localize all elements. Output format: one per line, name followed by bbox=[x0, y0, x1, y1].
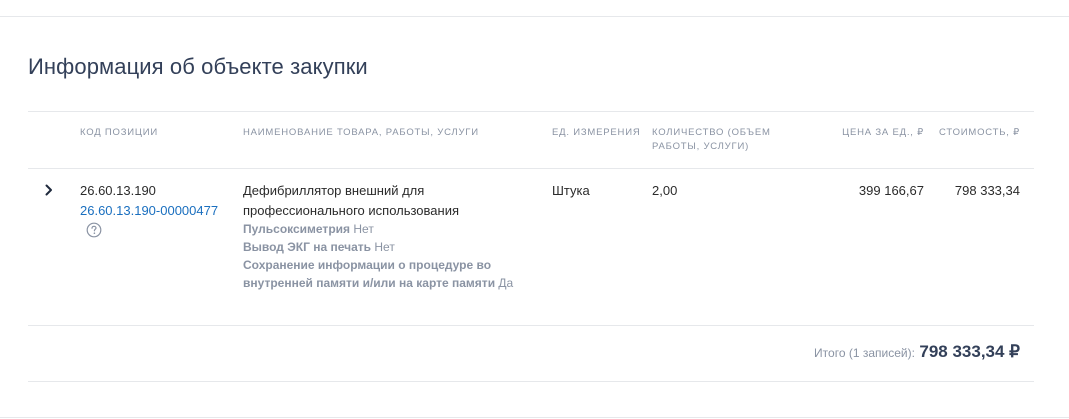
item-name: Дефибриллятор внешний для профессиональн… bbox=[243, 183, 460, 218]
property-pulse-oximetry: Пульсоксиметрия Нет bbox=[243, 220, 533, 238]
header-divider bbox=[28, 168, 1034, 169]
column-header-price: ЦЕНА ЗА ЕД., ₽ bbox=[842, 127, 924, 138]
property-key: Пульсоксиметрия bbox=[243, 222, 351, 236]
item-cost: 798 333,34 bbox=[954, 183, 1020, 198]
property-value: Нет bbox=[353, 222, 374, 236]
chevron-right-icon[interactable] bbox=[42, 183, 56, 197]
column-header-quantity: КОЛИЧЕСТВО (ОБЪЕМ РАБОТЫ, УСЛУГИ) bbox=[652, 127, 771, 152]
top-divider bbox=[0, 16, 1069, 17]
bottom-divider bbox=[0, 417, 1069, 418]
property-key: Вывод ЭКГ на печать bbox=[243, 240, 372, 254]
total-divider bbox=[28, 381, 1034, 382]
property-ecg-print: Вывод ЭКГ на печать Нет bbox=[243, 238, 533, 256]
item-quantity: 2,00 bbox=[652, 183, 678, 198]
property-key: Сохранение информации о процедуре во вну… bbox=[243, 258, 496, 290]
row-divider bbox=[28, 325, 1034, 326]
total-label: Итого (1 записей): bbox=[814, 346, 915, 360]
column-header-code: КОД ПОЗИЦИИ bbox=[80, 127, 158, 138]
item-price: 399 166,67 bbox=[858, 183, 924, 198]
position-code: 26.60.13.190 bbox=[80, 183, 156, 198]
table-top-divider bbox=[28, 111, 1034, 112]
section-title: Информация об объекте закупки bbox=[28, 54, 368, 79]
column-header-name: НАИМЕНОВАНИЕ ТОВАРА, РАБОТЫ, УСЛУГИ bbox=[243, 127, 479, 138]
item-unit: Штука bbox=[552, 183, 590, 198]
question-circle-icon[interactable] bbox=[86, 222, 102, 238]
property-memory-storage: Сохранение информации о процедуре во вну… bbox=[243, 256, 533, 292]
property-value: Нет bbox=[374, 240, 395, 254]
column-header-cost: СТОИМОСТЬ, ₽ bbox=[939, 127, 1020, 138]
item-properties: Пульсоксиметрия Нет Вывод ЭКГ на печать … bbox=[243, 220, 533, 292]
column-header-unit: ЕД. ИЗМЕРЕНИЯ bbox=[552, 127, 641, 138]
total-value: 798 333,34 ₽ bbox=[919, 342, 1020, 361]
property-value: Да bbox=[498, 276, 514, 290]
position-code-link[interactable]: 26.60.13.190-00000477 bbox=[80, 201, 218, 221]
total-summary: Итого (1 записей): 798 333,34 ₽ bbox=[814, 342, 1020, 362]
